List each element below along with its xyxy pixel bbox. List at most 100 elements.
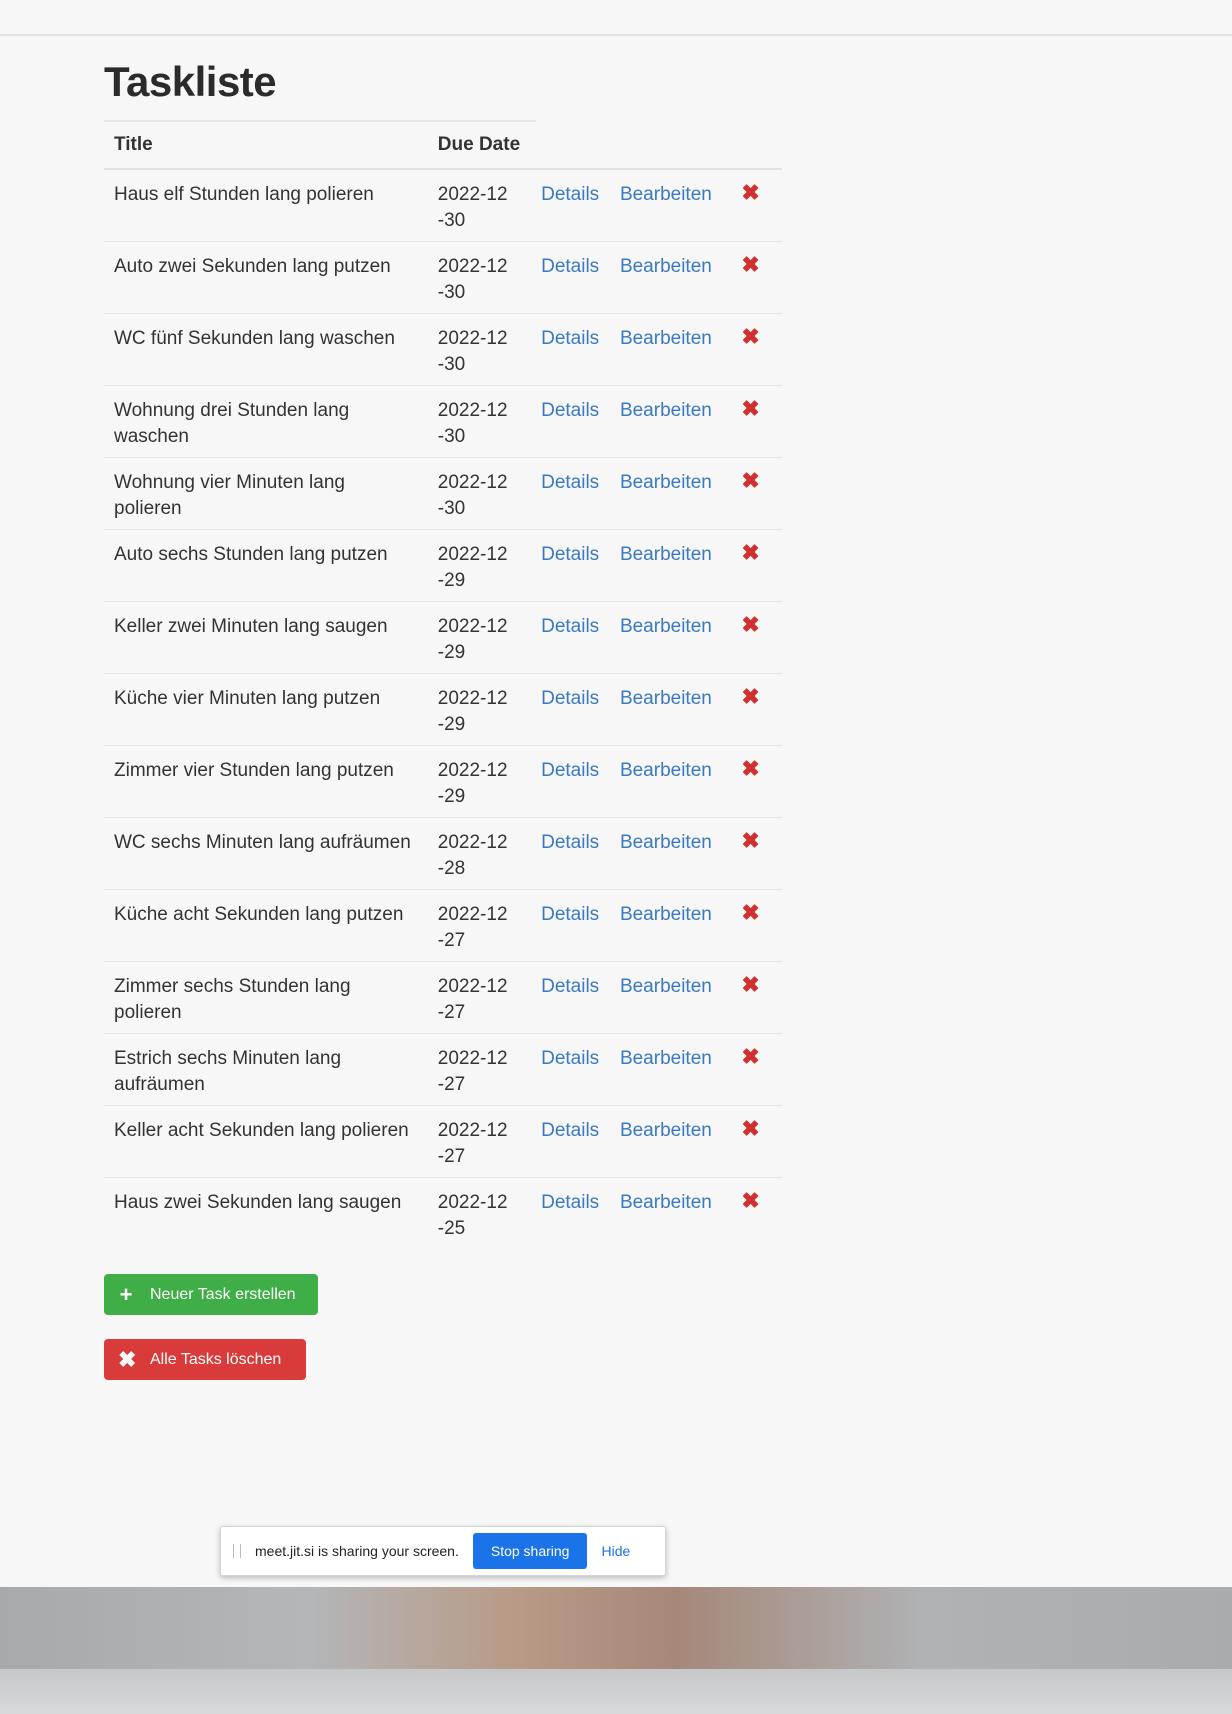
top-divider: [0, 34, 1232, 36]
screen-share-bar: meet.jit.si is sharing your screen. Stop…: [220, 1526, 666, 1576]
details-link[interactable]: Details: [541, 904, 599, 925]
task-due-date: 2022-12-29: [437, 616, 508, 663]
edit-link[interactable]: Bearbeiten: [620, 472, 712, 493]
details-link[interactable]: Details: [541, 616, 599, 637]
delete-task-icon[interactable]: ✖: [741, 830, 759, 852]
delete-task-icon[interactable]: ✖: [741, 686, 759, 708]
details-link[interactable]: Details: [541, 328, 599, 349]
task-title: Küche acht Sekunden lang putzen: [104, 889, 428, 962]
edit-link[interactable]: Bearbeiten: [620, 904, 712, 925]
edit-link[interactable]: Bearbeiten: [620, 760, 712, 781]
column-header-title: Title: [104, 122, 428, 170]
drag-handle-icon[interactable]: [233, 1544, 241, 1558]
table-row: Küche vier Minuten lang putzen 2022-12-29…: [104, 673, 782, 746]
delete-task-icon[interactable]: ✖: [741, 1190, 759, 1212]
table-row: WC sechs Minuten lang aufräumen 2022-12-2…: [104, 817, 782, 890]
delete-all-tasks-button[interactable]: ✖ Alle Tasks löschen: [104, 1339, 306, 1380]
task-table-body: Haus elf Stunden lang polieren 2022-12-30…: [104, 169, 782, 1249]
details-link[interactable]: Details: [541, 688, 599, 709]
table-row: Auto zwei Sekunden lang putzen 2022-12-30…: [104, 241, 782, 314]
delete-task-icon[interactable]: ✖: [741, 254, 759, 276]
delete-task-icon[interactable]: ✖: [741, 1046, 759, 1068]
delete-task-icon[interactable]: ✖: [741, 758, 759, 780]
edit-link[interactable]: Bearbeiten: [620, 616, 712, 637]
details-link[interactable]: Details: [541, 1120, 599, 1141]
delete-task-icon[interactable]: ✖: [741, 542, 759, 564]
task-title: Zimmer sechs Stunden lang polieren: [104, 961, 428, 1034]
details-link[interactable]: Details: [541, 1192, 599, 1213]
table-row: Zimmer vier Stunden lang putzen 2022-12-2…: [104, 745, 782, 818]
column-header-due-date: Due Date: [427, 122, 542, 170]
edit-link[interactable]: Bearbeiten: [620, 688, 712, 709]
task-title: Auto zwei Sekunden lang putzen: [104, 241, 428, 314]
details-link[interactable]: Details: [541, 760, 599, 781]
delete-task-icon[interactable]: ✖: [741, 1118, 759, 1140]
column-header-edit: [607, 122, 732, 170]
task-due-date: 2022-12-29: [437, 760, 508, 807]
page-content: Taskliste Title Due Date Haus elf Stunde…: [104, 56, 804, 1249]
task-title: Zimmer vier Stunden lang putzen: [104, 745, 428, 818]
desktop-bottom-strip: [0, 1669, 1232, 1714]
details-link[interactable]: Details: [541, 472, 599, 493]
task-table: Title Due Date Haus elf Stunden lang pol…: [104, 122, 782, 1249]
details-link[interactable]: Details: [541, 400, 599, 421]
new-task-button[interactable]: + Neuer Task erstellen: [104, 1274, 318, 1315]
task-title: Wohnung drei Stunden lang waschen: [104, 385, 428, 458]
table-row: WC fünf Sekunden lang waschen 2022-12-30 D…: [104, 313, 782, 386]
table-row: Auto sechs Stunden lang putzen 2022-12-29…: [104, 529, 782, 602]
task-due-date: 2022-12-28: [437, 832, 508, 879]
plus-icon: +: [119, 1281, 133, 1307]
details-link[interactable]: Details: [541, 976, 599, 997]
task-title: Auto sechs Stunden lang putzen: [104, 529, 428, 602]
desktop-background-strip: [0, 1587, 1232, 1669]
delete-task-icon[interactable]: ✖: [741, 470, 759, 492]
task-due-date: 2022-12-27: [437, 1048, 508, 1095]
table-row: Keller zwei Minuten lang saugen 2022-12-2…: [104, 601, 782, 674]
delete-task-icon[interactable]: ✖: [741, 326, 759, 348]
details-link[interactable]: Details: [541, 1048, 599, 1069]
details-link[interactable]: Details: [541, 832, 599, 853]
edit-link[interactable]: Bearbeiten: [620, 1048, 712, 1069]
new-task-label: Neuer Task erstellen: [150, 1285, 296, 1303]
edit-link[interactable]: Bearbeiten: [620, 1120, 712, 1141]
stop-sharing-button[interactable]: Stop sharing: [472, 1533, 588, 1569]
edit-link[interactable]: Bearbeiten: [620, 400, 712, 421]
table-row: Keller acht Sekunden lang polieren 2022-1…: [104, 1105, 782, 1178]
table-row: Küche acht Sekunden lang putzen 2022-12-2…: [104, 889, 782, 962]
share-message: meet.jit.si is sharing your screen.: [255, 1543, 459, 1559]
task-due-date: 2022-12-27: [437, 976, 508, 1023]
edit-link[interactable]: Bearbeiten: [620, 976, 712, 997]
task-title: WC fünf Sekunden lang waschen: [104, 313, 428, 386]
table-row: Wohnung vier Minuten lang polieren 2022-1…: [104, 457, 782, 530]
delete-task-icon[interactable]: ✖: [741, 974, 759, 996]
task-due-date: 2022-12-29: [437, 544, 508, 591]
table-header-row: Title Due Date: [104, 122, 782, 170]
table-row: Haus elf Stunden lang polieren 2022-12-30…: [104, 169, 782, 242]
table-row: Zimmer sechs Stunden lang polieren 2022-1…: [104, 961, 782, 1034]
table-row: Estrich sechs Minuten lang aufräumen 2022…: [104, 1033, 782, 1106]
delete-task-icon[interactable]: ✖: [741, 614, 759, 636]
details-link[interactable]: Details: [541, 184, 599, 205]
edit-link[interactable]: Bearbeiten: [620, 544, 712, 565]
hide-share-bar-link[interactable]: Hide: [601, 1543, 630, 1559]
task-due-date: 2022-12-25: [437, 1192, 508, 1239]
task-title: Keller acht Sekunden lang polieren: [104, 1105, 428, 1178]
edit-link[interactable]: Bearbeiten: [620, 184, 712, 205]
column-header-delete: [731, 122, 782, 170]
edit-link[interactable]: Bearbeiten: [620, 1192, 712, 1213]
column-header-details: [541, 122, 608, 170]
task-due-date: 2022-12-30: [437, 472, 508, 519]
edit-link[interactable]: Bearbeiten: [620, 832, 712, 853]
delete-task-icon[interactable]: ✖: [741, 182, 759, 204]
task-title: Küche vier Minuten lang putzen: [104, 673, 428, 746]
delete-task-icon[interactable]: ✖: [741, 398, 759, 420]
edit-link[interactable]: Bearbeiten: [620, 328, 712, 349]
task-title: Haus elf Stunden lang polieren: [114, 184, 374, 205]
details-link[interactable]: Details: [541, 256, 599, 277]
task-title: Keller zwei Minuten lang saugen: [104, 601, 428, 674]
task-due-date: 2022-12-30: [437, 400, 508, 447]
delete-task-icon[interactable]: ✖: [741, 902, 759, 924]
edit-link[interactable]: Bearbeiten: [620, 256, 712, 277]
details-link[interactable]: Details: [541, 544, 599, 565]
task-title: Wohnung vier Minuten lang polieren: [104, 457, 428, 530]
